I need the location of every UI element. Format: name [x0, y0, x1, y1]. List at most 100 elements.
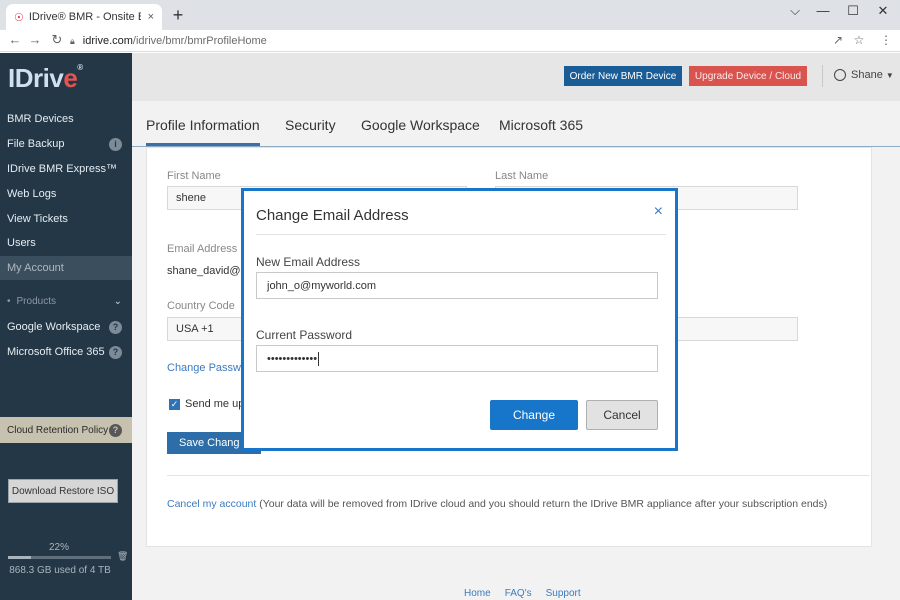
reload-icon[interactable]: ↻ [48, 32, 66, 48]
trash-icon[interactable]: 🗑︎ [117, 551, 128, 562]
sidebar-item-bmr-express[interactable]: IDrive BMR Express™ [0, 157, 132, 181]
address-bar: ← → ↻ 🔒︎ idrive.com/idrive/bmr/bmrProfil… [0, 30, 900, 52]
caret-down-icon: ▼ [885, 70, 894, 80]
sidebar-item-label: My Account [7, 262, 64, 274]
tab-microsoft-365[interactable]: Microsoft 365 [499, 117, 583, 143]
sidebar-item-label: BMR Devices [7, 113, 74, 125]
divider [256, 234, 666, 235]
url-field[interactable]: 🔒︎ idrive.com/idrive/bmr/bmrProfileHome [70, 32, 830, 50]
text-caret [318, 351, 320, 366]
sidebar-item-file-backup[interactable]: File Backup i [0, 132, 132, 156]
upgrade-device-cloud-button[interactable]: Upgrade Device / Cloud [689, 66, 807, 86]
restore-button[interactable]: ☐ [838, 3, 868, 19]
usage-percent: 22% [48, 542, 69, 553]
logo-reg: ® [77, 63, 83, 72]
cloud-retention-policy[interactable]: Cloud Retention Policy? [0, 417, 132, 443]
change-password-link[interactable]: Change Passwo [167, 362, 247, 374]
retention-label: Cloud Retention Policy [7, 424, 109, 436]
footer-faqs-link[interactable]: FAQ's [505, 588, 532, 599]
cancel-account-text: (Your data will be removed from IDrive c… [256, 498, 828, 510]
help-icon[interactable]: ? [109, 320, 122, 334]
profile-tabs: Profile Information Security Google Work… [132, 101, 900, 147]
products-section-toggle[interactable]: • Products ⌄ [0, 291, 132, 311]
sidebar-item-my-account[interactable]: My Account [0, 256, 132, 280]
share-icon[interactable]: ↗ [830, 33, 846, 47]
phone-field[interactable] [672, 317, 798, 341]
sidebar-item-label: IDrive BMR Express™ [7, 163, 118, 175]
country-code-label: Country Code [167, 300, 235, 312]
sidebar-item-web-logs[interactable]: Web Logs [0, 182, 132, 206]
close-icon[interactable]: × [654, 203, 663, 221]
sidebar-item-view-tickets[interactable]: View Tickets [0, 207, 132, 231]
current-password-input[interactable]: ••••••••••••• [256, 345, 658, 372]
first-name-label: First Name [167, 170, 221, 182]
browser-tabbar: ☉ IDrive® BMR - Onsite Bare M × + ⌵ — ☐ … [0, 0, 900, 30]
tab-profile-information[interactable]: Profile Information [146, 117, 260, 146]
tab-security[interactable]: Security [285, 117, 336, 143]
tab-close-icon[interactable]: × [148, 11, 154, 23]
tab-title: IDrive® BMR - Onsite Bare M [28, 11, 141, 23]
footer-home-link[interactable]: Home [464, 588, 491, 599]
email-label: Email Address ( [167, 243, 245, 255]
sidebar-item-google-workspace[interactable]: Google Workspace? [0, 315, 132, 339]
help-icon[interactable]: ? [109, 345, 122, 359]
email-value: shane_david@m [167, 265, 250, 277]
sidebar-item-label: Web Logs [7, 188, 57, 200]
usage-text: 868.3 GB used of 4 TB [9, 565, 111, 576]
sidebar-item-office-365[interactable]: Microsoft Office 365? [0, 340, 132, 364]
cancel-button[interactable]: Cancel [586, 400, 658, 430]
cancel-account-note: Cancel my account (Your data will be rem… [167, 498, 827, 510]
password-dots: ••••••••••••• [267, 352, 318, 365]
send-updates-checkbox[interactable]: ✓ [169, 399, 180, 410]
change-email-modal: Change Email Address × New Email Address… [241, 188, 678, 451]
current-password-label: Current Password [256, 328, 353, 342]
user-icon [834, 69, 846, 81]
idrive-favicon-icon: ☉ [14, 11, 24, 24]
cancel-account-link[interactable]: Cancel my account [167, 498, 256, 510]
footer-links: Home FAQ's Support [464, 588, 581, 599]
send-updates-label: Send me up [185, 398, 245, 410]
footer-support-link[interactable]: Support [546, 588, 581, 599]
modal-title: Change Email Address [256, 207, 409, 224]
info-icon[interactable]: i [109, 137, 122, 151]
idrive-logo[interactable]: IDrive® [8, 63, 83, 94]
last-name-label: Last Name [495, 170, 549, 182]
help-icon[interactable]: ? [109, 423, 122, 437]
usage-bar [8, 556, 111, 559]
sidebar-item-label: View Tickets [7, 213, 68, 225]
sidebar-item-label: Users [7, 237, 36, 249]
sidebar-item-users[interactable]: Users [0, 231, 132, 255]
new-email-label: New Email Address [256, 255, 361, 269]
products-label: Products [16, 295, 56, 307]
menu-kebab-icon[interactable]: ⋮ [878, 33, 894, 47]
chevron-down-icon[interactable]: ⌵ [780, 3, 810, 19]
user-menu[interactable]: Shane ▼ [834, 69, 894, 81]
url-host: idrive.com [82, 35, 133, 47]
new-tab-button[interactable]: + [168, 5, 188, 26]
order-new-bmr-device-button[interactable]: Order New BMR Device [564, 66, 682, 86]
window-close-button[interactable]: ✕ [868, 3, 898, 19]
forward-arrow-icon[interactable]: → [26, 32, 44, 47]
usage-bar-fill [8, 556, 31, 559]
sidebar-item-bmr-devices[interactable]: BMR Devices [0, 107, 132, 131]
browser-tab[interactable]: ☉ IDrive® BMR - Onsite Bare M × [6, 4, 162, 30]
sidebar-item-label: Google Workspace [7, 321, 101, 333]
divider [822, 65, 823, 87]
sidebar: IDrive® BMR Devices File Backup i IDrive … [0, 53, 132, 600]
divider [167, 475, 869, 476]
chevron-down-icon: ⌄ [113, 295, 122, 307]
url-path: /idrive/bmr/bmrProfileHome [132, 35, 267, 47]
back-arrow-icon[interactable]: ← [6, 32, 24, 47]
user-name: Shane [851, 69, 883, 81]
sidebar-item-label: Microsoft Office 365 [7, 346, 105, 358]
minimize-button[interactable]: — [808, 3, 838, 18]
sidebar-item-label: File Backup [7, 138, 65, 150]
star-icon[interactable]: ☆ [851, 33, 867, 47]
logo-e: e [63, 63, 78, 93]
logo-text: IDriv [8, 63, 64, 93]
top-bar: Order New BMR Device Upgrade Device / Cl… [132, 53, 900, 101]
change-button[interactable]: Change [490, 400, 578, 430]
tab-google-workspace[interactable]: Google Workspace [361, 117, 480, 143]
new-email-input[interactable]: john_o@myworld.com [256, 272, 658, 299]
download-restore-iso-button[interactable]: Download Restore ISO [8, 479, 118, 503]
